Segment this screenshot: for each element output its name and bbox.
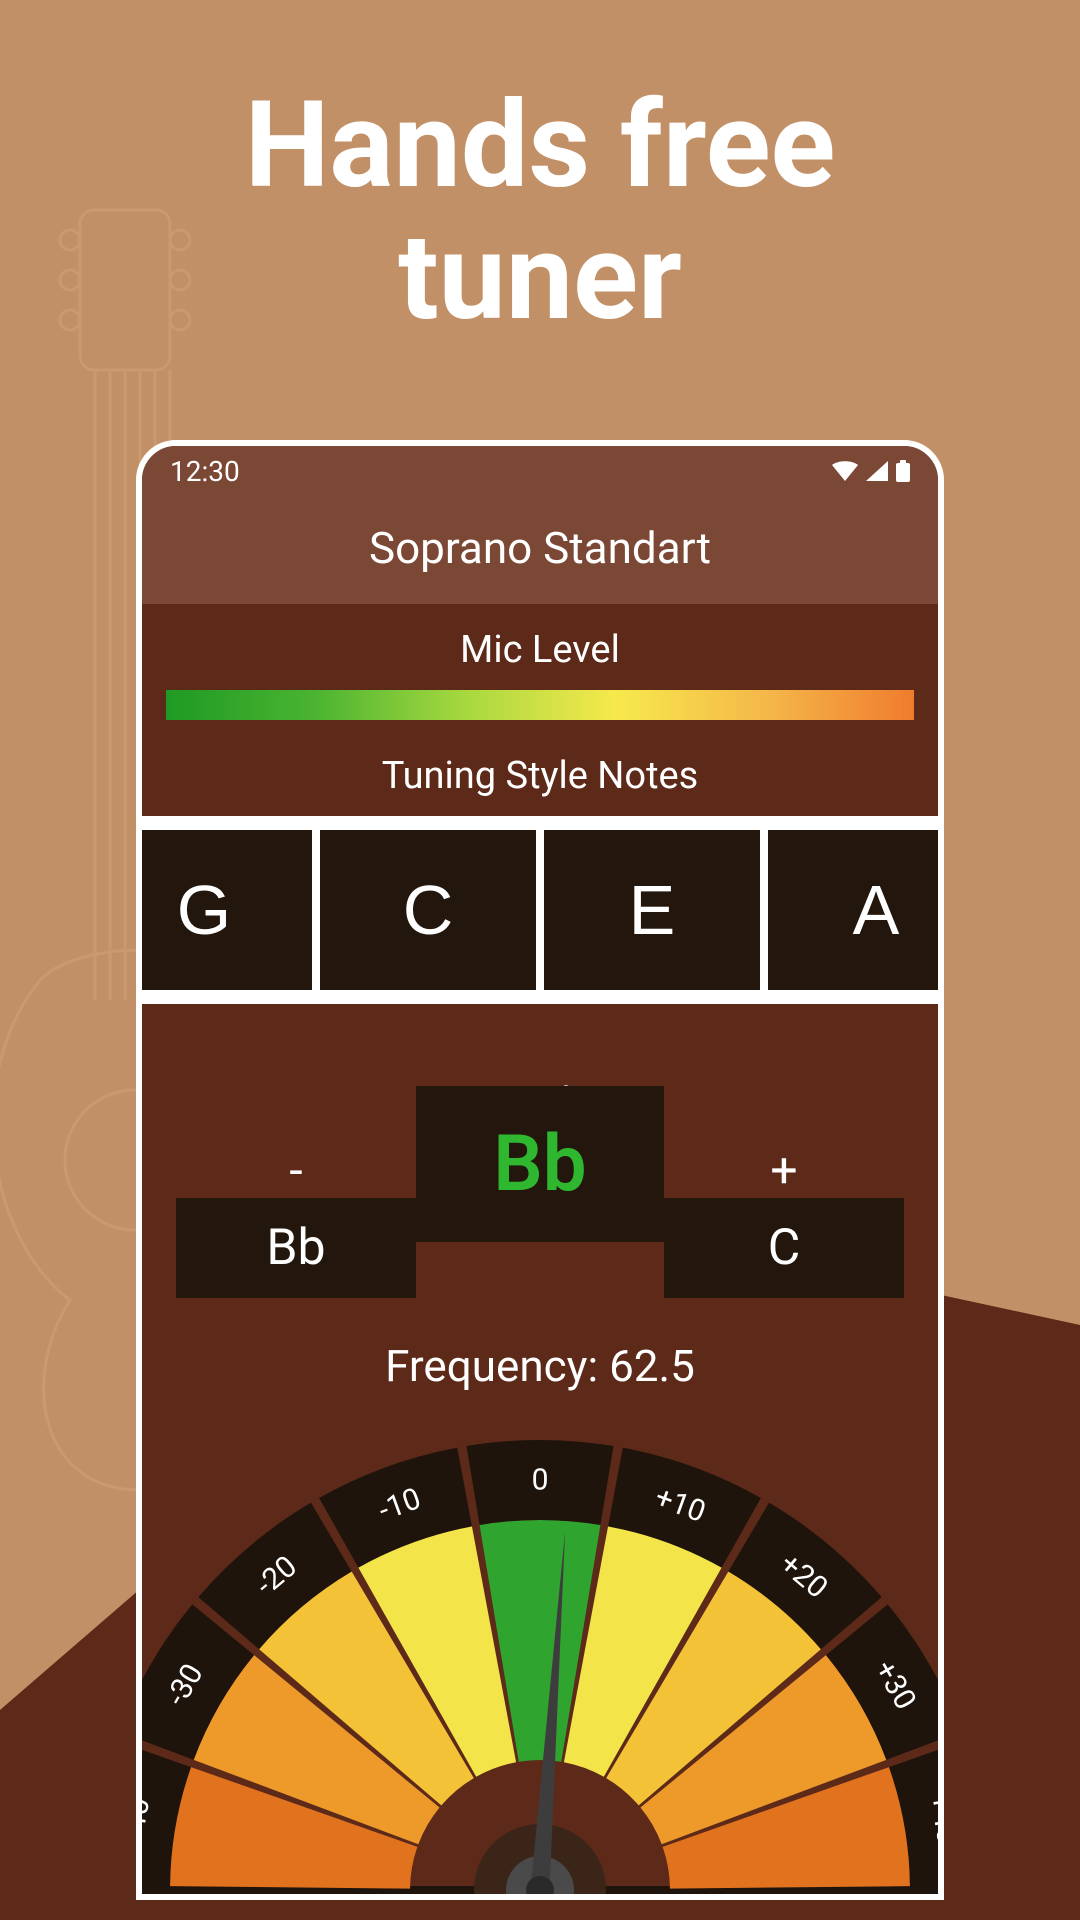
note-tile-g[interactable]: G xyxy=(136,830,312,990)
signal-icon xyxy=(866,461,888,481)
note-tile-c[interactable]: C xyxy=(320,830,536,990)
wifi-icon xyxy=(832,461,858,481)
status-icons xyxy=(832,460,910,482)
next-note-box: C xyxy=(664,1198,904,1298)
status-time: 12:30 xyxy=(170,455,240,488)
tuning-preset-selector[interactable]: Soprano Standart xyxy=(142,496,938,604)
hero-line1: Hands free xyxy=(0,80,1080,212)
phone-frame: 12:30 Soprano Standart Mic Level Tuning … xyxy=(136,440,944,1900)
frequency-readout: Frequency: 62.5 xyxy=(142,1298,938,1412)
tuning-notes-strip: G C E A xyxy=(136,816,944,1004)
note-tile-a[interactable]: A xyxy=(768,830,944,990)
frequency-label: Frequency: xyxy=(385,1340,609,1392)
note-tile-e[interactable]: E xyxy=(544,830,760,990)
sharp-indicator: + xyxy=(770,1142,797,1198)
hero-title: Hands free tuner xyxy=(0,80,1080,344)
frequency-value: 62.5 xyxy=(609,1340,695,1392)
current-note-box: Bb xyxy=(416,1086,664,1242)
mic-level-label: Mic Level xyxy=(142,604,938,690)
detected-note-row: - Bb Bb + C xyxy=(166,1142,914,1298)
hero-line2: tuner xyxy=(0,212,1080,344)
tuning-notes-label: Tuning Style Notes xyxy=(142,730,938,816)
battery-icon xyxy=(896,460,910,482)
gauge-tick-label: 0 xyxy=(532,1463,549,1498)
flat-indicator: - xyxy=(289,1142,302,1198)
mic-level-meter xyxy=(166,690,914,720)
tuning-preset-label: Soprano Standart xyxy=(369,522,711,574)
prev-note-box: Bb xyxy=(176,1198,416,1298)
detected-note-section: Detected Note - Bb Bb + C Frequency: 62.… xyxy=(142,1056,938,1412)
status-bar: 12:30 xyxy=(142,446,938,496)
tuning-gauge: -40-30-20-100+10+20+30+40 xyxy=(136,1430,944,1900)
